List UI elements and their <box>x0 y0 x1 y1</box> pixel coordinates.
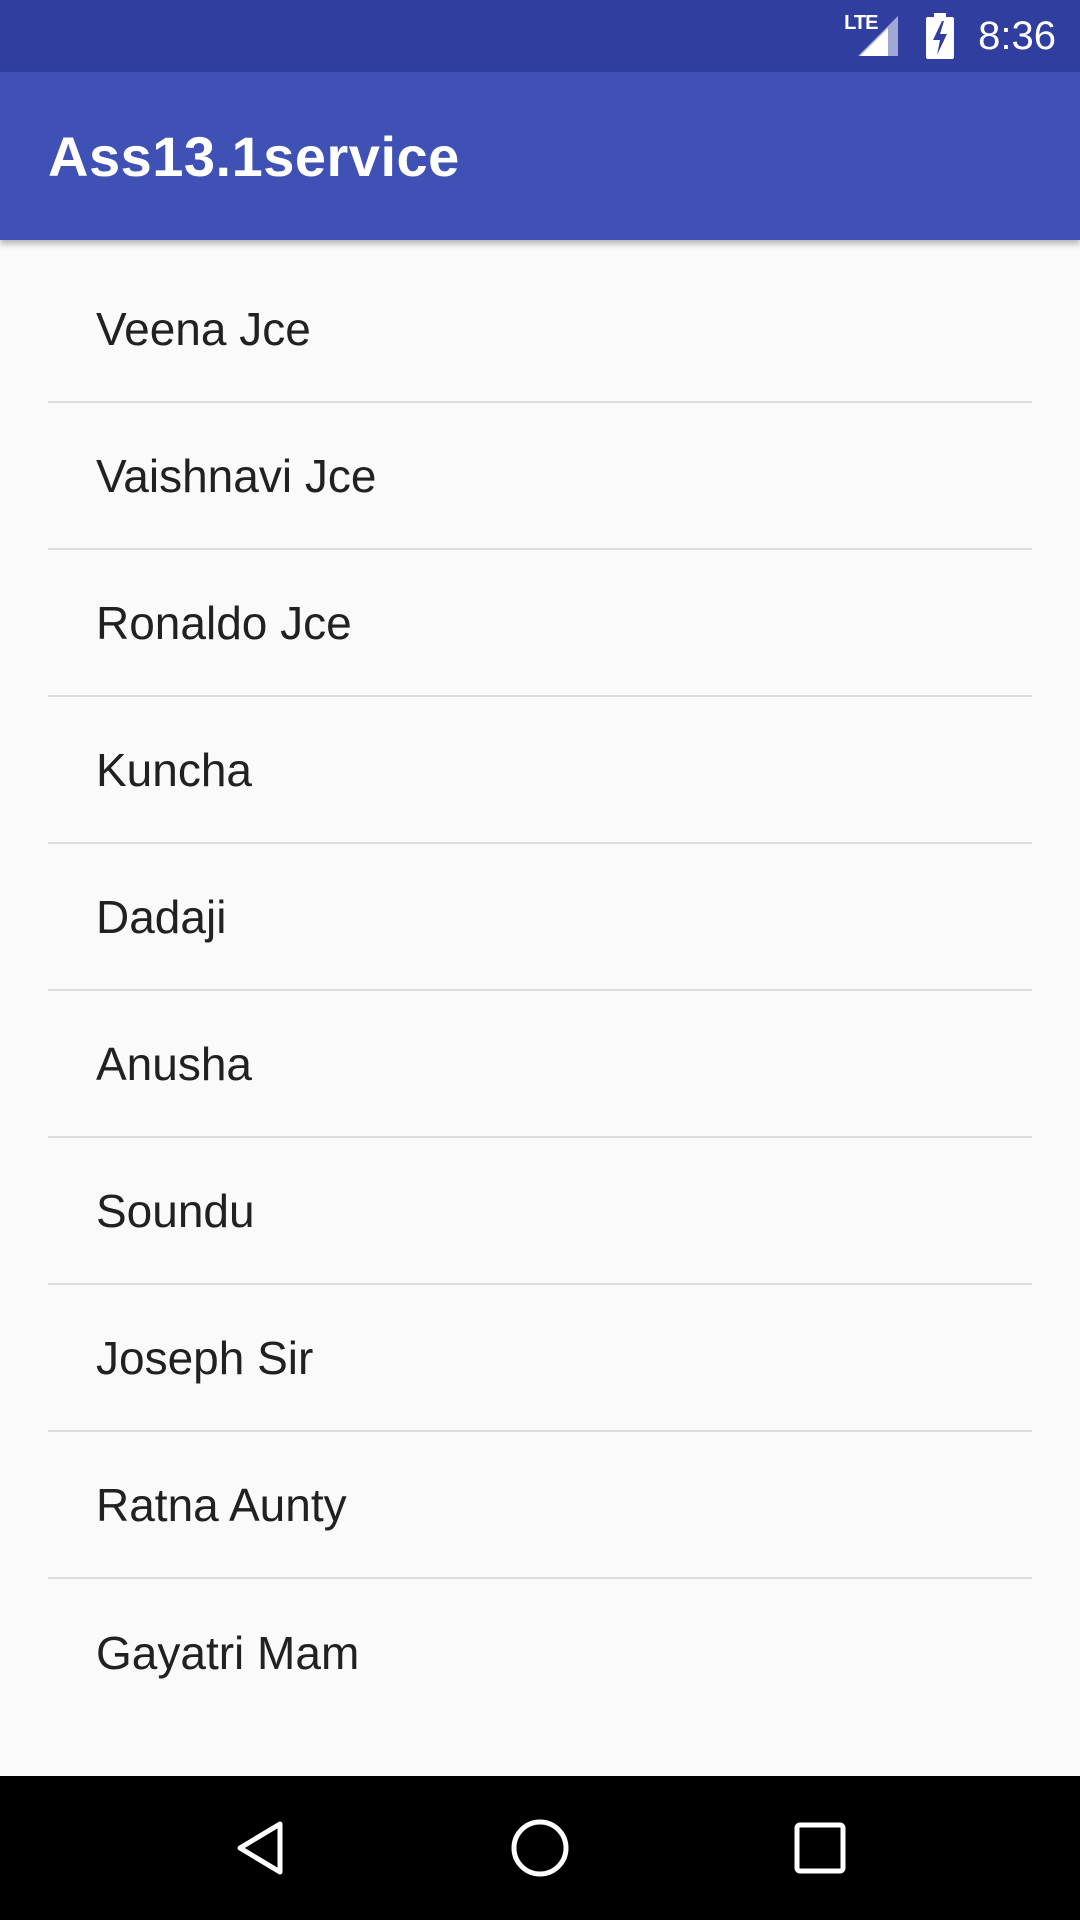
list-item[interactable]: Ratna Aunty <box>48 1432 1032 1579</box>
home-icon <box>511 1819 569 1877</box>
app-bar: Ass13.1service <box>0 72 1080 240</box>
list-item[interactable]: Soundu <box>48 1138 1032 1285</box>
list-item[interactable]: Joseph Sir <box>48 1285 1032 1432</box>
list-item[interactable]: Kuncha <box>48 697 1032 844</box>
battery-charging-icon <box>926 13 955 59</box>
list-item[interactable]: Veena Jce <box>48 256 1032 403</box>
list-item[interactable]: Dadaji <box>48 844 1032 991</box>
status-time: 8:36 <box>978 13 1056 58</box>
list-item[interactable]: Anusha <box>48 991 1032 1138</box>
list-item[interactable]: Vaishnavi Jce <box>48 403 1032 550</box>
back-button[interactable] <box>200 1788 320 1908</box>
recents-icon <box>794 1822 846 1874</box>
navigation-bar <box>0 1776 1080 1920</box>
list-item[interactable]: Gayatri Mam <box>48 1579 1032 1726</box>
back-icon <box>237 1821 283 1875</box>
list-item[interactable]: Ronaldo Jce <box>48 550 1032 697</box>
lte-signal-icon: LTE <box>844 12 900 58</box>
app-title: Ass13.1service <box>48 124 460 188</box>
contact-list: Veena Jce Vaishnavi Jce Ronaldo Jce Kunc… <box>0 240 1080 1726</box>
home-button[interactable] <box>480 1788 600 1908</box>
status-bar: LTE 8:36 <box>0 0 1080 72</box>
recents-button[interactable] <box>760 1788 880 1908</box>
